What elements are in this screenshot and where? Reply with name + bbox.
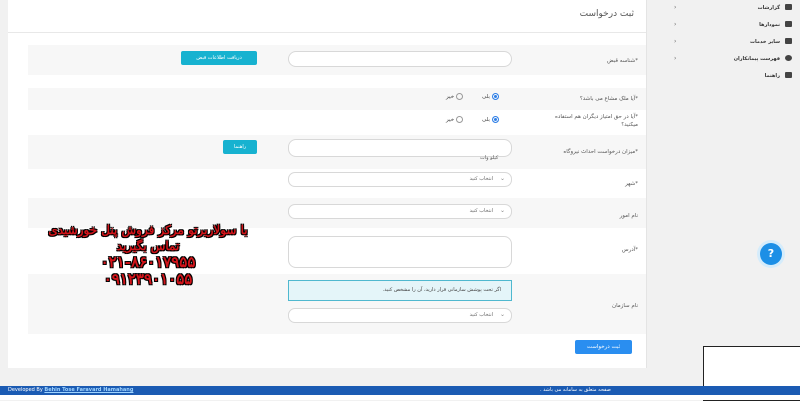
chevron-down-icon: ⌄ bbox=[499, 207, 505, 214]
main-panel: ثبت درخواست *شناسه قبض دریافت اطلاعات قب… bbox=[8, 0, 647, 368]
chart-icon bbox=[785, 21, 792, 27]
owner-label: *آیا ملک مشاع می باشد؟ bbox=[579, 96, 638, 102]
org-info-text: اگر تحت پوشش سازمانی قرار دارید، آن را م… bbox=[382, 287, 501, 293]
sidebar-item-label: سایر خدمات bbox=[749, 39, 780, 45]
others-yes-label: بلی bbox=[482, 117, 490, 123]
receipt-row: *شناسه قبض دریافت اطلاعات قبض bbox=[28, 45, 646, 75]
power-input[interactable] bbox=[288, 139, 512, 157]
others-row: *آیا در حق امتیاز دیگران هم استفاده میکن… bbox=[28, 110, 646, 134]
chevron-left-icon: ‹ bbox=[674, 38, 677, 45]
receipt-input[interactable] bbox=[288, 51, 512, 67]
affairs-label: نام امور bbox=[619, 213, 638, 219]
sidebar-item-contractors[interactable]: فهرست پیمانکاران ‹ bbox=[674, 51, 794, 67]
radio-dot bbox=[456, 116, 464, 123]
power-row: *میزان درخواست احداث نیروگاه کیلو وات را… bbox=[28, 135, 646, 169]
power-unit: کیلو وات bbox=[480, 155, 499, 161]
city-select-value: انتخاب کنید bbox=[469, 176, 493, 182]
footer-link[interactable]: Behin Tose Faravard Hamahang bbox=[44, 387, 133, 393]
org-select-value: انتخاب کنید bbox=[469, 312, 493, 318]
grid-icon bbox=[785, 38, 792, 44]
sidebar-item-label: فهرست پیمانکاران bbox=[733, 56, 780, 62]
city-label: *شهر bbox=[625, 181, 638, 187]
help-button[interactable]: ? bbox=[760, 243, 782, 265]
affairs-select[interactable]: ⌄ انتخاب کنید bbox=[288, 204, 512, 219]
others-label: *آیا در حق امتیاز دیگران هم استفاده میکن… bbox=[555, 114, 638, 128]
watermark-line1: با سولاریرتو مرکز فروش پنل خورشیدی bbox=[48, 223, 248, 237]
footer-credit: Developed By Behin Tose Faravard Hamahan… bbox=[8, 386, 133, 395]
owner-no-radio[interactable]: خیر bbox=[446, 93, 464, 100]
chevron-left-icon: ‹ bbox=[674, 4, 677, 11]
bottom-strip bbox=[0, 395, 800, 400]
watermark: با سولاریرتو مرکز فروش پنل خورشیدی تماس … bbox=[48, 222, 248, 288]
page-title: ثبت درخواست bbox=[579, 9, 634, 19]
address-label: *آدرس bbox=[621, 247, 638, 253]
submit-button[interactable]: ثبت درخواست bbox=[575, 340, 632, 354]
watermark-line3: ۰۲۱-۸۶۰۱۷۹۵۵ bbox=[100, 253, 196, 271]
power-label: *میزان درخواست احداث نیروگاه bbox=[563, 149, 638, 155]
question-icon: ? bbox=[767, 247, 775, 260]
chart-icon bbox=[785, 4, 792, 10]
sidebar-item-label: راهنما bbox=[764, 73, 780, 79]
others-no-radio[interactable]: خیر bbox=[446, 116, 464, 123]
radio-dot bbox=[491, 116, 499, 123]
city-select[interactable]: ⌄ انتخاب کنید bbox=[288, 172, 512, 187]
book-icon bbox=[785, 72, 792, 78]
chevron-left-icon: ‹ bbox=[674, 21, 677, 28]
sidebar-item-label: گزارشات bbox=[757, 5, 780, 11]
get-receipt-button[interactable]: دریافت اطلاعات قبض bbox=[181, 51, 257, 65]
org-label: نام سازمان bbox=[612, 303, 638, 309]
footer-note: صفحه متعلق به سامانه می باشد . bbox=[540, 387, 611, 393]
chevron-left-icon: ‹ bbox=[674, 55, 677, 62]
affairs-select-value: انتخاب کنید bbox=[469, 208, 493, 214]
footer: Developed By Behin Tose Faravard Hamahan… bbox=[0, 386, 800, 395]
guide-button[interactable]: راهنما bbox=[223, 140, 257, 154]
owner-row: *آیا ملک مشاع می باشد؟ بلی خیر bbox=[28, 88, 646, 110]
watermark-line2: تماس بگیرید bbox=[116, 239, 180, 253]
watermark-line4: ۰۹۱۲۳۹۰۱۰۵۵ bbox=[103, 270, 193, 288]
footer-prefix: Developed By bbox=[8, 387, 43, 393]
sidebar-item-reports[interactable]: گزارشات ‹ bbox=[674, 0, 794, 16]
address-textarea[interactable] bbox=[288, 236, 512, 268]
owner-yes-label: بلی bbox=[482, 94, 490, 100]
divider bbox=[8, 32, 646, 33]
sidebar-item-label: نمودارها bbox=[759, 22, 780, 28]
city-row: *شهر ⌄ انتخاب کنید bbox=[28, 170, 646, 194]
receipt-label: *شناسه قبض bbox=[606, 58, 638, 64]
users-icon bbox=[785, 55, 792, 61]
radio-dot bbox=[456, 93, 464, 100]
sidebar-item-guide[interactable]: راهنما bbox=[674, 68, 794, 84]
owner-yes-radio[interactable]: بلی bbox=[482, 93, 499, 100]
chevron-down-icon: ⌄ bbox=[499, 175, 505, 182]
sidebar-item-services[interactable]: سایر خدمات ‹ bbox=[674, 34, 794, 50]
org-select[interactable]: ⌄ انتخاب کنید bbox=[288, 308, 512, 323]
owner-no-label: خیر bbox=[446, 94, 455, 100]
chevron-down-icon: ⌄ bbox=[499, 311, 505, 318]
sidebar-item-charts[interactable]: نمودارها ‹ bbox=[674, 17, 794, 33]
org-info-box: اگر تحت پوشش سازمانی قرار دارید، آن را م… bbox=[288, 280, 512, 301]
radio-dot bbox=[491, 93, 499, 100]
others-no-label: خیر bbox=[446, 117, 455, 123]
others-yes-radio[interactable]: بلی bbox=[482, 116, 499, 123]
